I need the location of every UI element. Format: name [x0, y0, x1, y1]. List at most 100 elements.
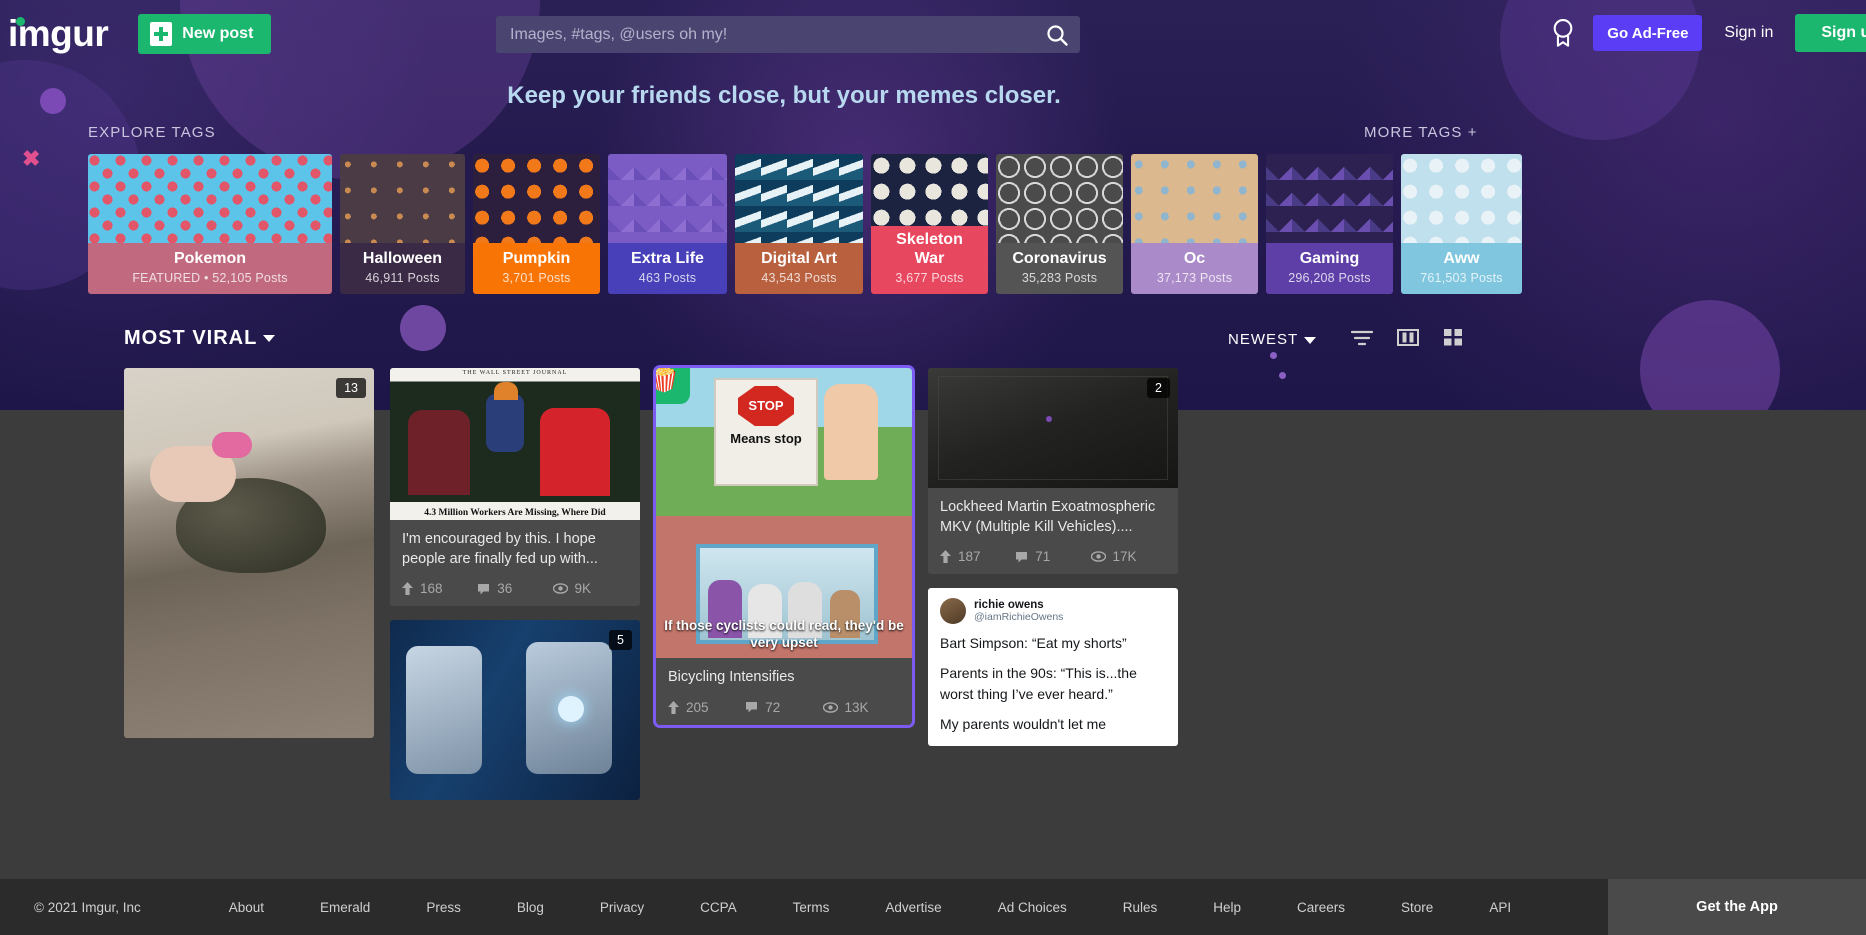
footer-link-press[interactable]: Press: [398, 900, 489, 915]
award-ribbon-icon[interactable]: [1549, 18, 1577, 48]
footer-link-store[interactable]: Store: [1373, 900, 1461, 915]
tag-card-skeleton-war[interactable]: Skeleton War 3,677 Posts: [871, 154, 988, 294]
post-grid: 13 THE WALL STREET JOURNAL 4.3 Million W…: [124, 365, 1444, 801]
plus-document-icon: [150, 22, 173, 46]
tag-footer: Aww 761,503 Posts: [1401, 242, 1522, 294]
tweet-handle: @iamRichieOwens: [974, 611, 1064, 624]
person-right: [540, 408, 610, 496]
post-card-promoted[interactable]: 🍿 STOP Means stop If those cyclists coul…: [653, 365, 915, 728]
logo-dot: [16, 17, 25, 26]
post-card[interactable]: 2 Lockheed Martin Exoatmospheric MKV (Mu…: [928, 368, 1178, 575]
search-button[interactable]: [1034, 16, 1080, 53]
chevron-down-icon: [1304, 336, 1317, 344]
list-view-icon[interactable]: [1396, 327, 1420, 347]
tag-name: Pumpkin: [502, 249, 571, 267]
tag-footer: Gaming 296,208 Posts: [1266, 242, 1393, 294]
post-stats: 168 36 9K: [390, 573, 640, 606]
filter-icon[interactable]: [1350, 327, 1374, 347]
more-tags-button[interactable]: MORE TAGS +: [1364, 124, 1478, 141]
tag-card-coronavirus[interactable]: Coronavirus 35,283 Posts: [996, 154, 1123, 294]
footer-link-advertise[interactable]: Advertise: [857, 900, 969, 915]
upvote-count: 205: [686, 699, 709, 715]
tag-thumbnail: [871, 154, 988, 227]
tag-post-count: FEATURED • 52,105 Posts: [132, 271, 288, 285]
tag-footer: Extra Life 463 Posts: [608, 242, 727, 294]
footer-link-careers[interactable]: Careers: [1269, 900, 1373, 915]
facility-frame: [938, 376, 1168, 480]
eye-icon: [1090, 551, 1106, 562]
upvote-stat: 168: [402, 581, 477, 596]
sort-bar: MOST VIRAL NEWEST: [0, 325, 1568, 365]
search-bar[interactable]: [496, 16, 1080, 53]
upvote-arrow-icon: [668, 700, 679, 714]
footer-link-ad-choices[interactable]: Ad Choices: [970, 900, 1095, 915]
decorative-blob: [1640, 300, 1780, 410]
most-viral-label: MOST VIRAL: [124, 327, 258, 349]
tag-card-halloween[interactable]: Halloween 46,911 Posts: [340, 154, 465, 294]
get-the-app-button[interactable]: Get the App: [1608, 879, 1866, 935]
sign-up-button[interactable]: Sign up: [1795, 14, 1866, 52]
view-options: [1350, 327, 1464, 347]
most-viral-dropdown[interactable]: MOST VIRAL: [124, 327, 276, 350]
tag-name: Gaming: [1299, 249, 1360, 267]
image-caption: 4.3 Million Workers Are Missing, Where D…: [424, 508, 606, 518]
imgur-logo[interactable]: imgur: [8, 13, 109, 55]
eye-icon: [822, 701, 838, 713]
views-stat: 9K: [552, 581, 628, 597]
footer-link-terms[interactable]: Terms: [765, 900, 858, 915]
tag-card-gaming[interactable]: Gaming 296,208 Posts: [1266, 154, 1393, 294]
tag-footer: Oc 37,173 Posts: [1131, 242, 1258, 294]
tag-card-digital-art[interactable]: Digital Art 43,543 Posts: [735, 154, 863, 294]
post-card[interactable]: richie owens @iamRichieOwens Bart Simpso…: [928, 588, 1178, 747]
tag-footer: Digital Art 43,543 Posts: [735, 242, 863, 294]
comic-man: [824, 384, 878, 480]
footer-link-ccpa[interactable]: CCPA: [672, 900, 765, 915]
tag-card-extra-life[interactable]: Extra Life 463 Posts: [608, 154, 727, 294]
light-point: [1046, 416, 1052, 422]
comment-bubble-icon: [746, 702, 758, 713]
tweet-author: richie owens: [974, 599, 1044, 612]
go-ad-free-button[interactable]: Go Ad-Free: [1593, 15, 1703, 51]
post-card[interactable]: 5: [390, 620, 640, 801]
tag-name: Aww: [1443, 249, 1480, 267]
tag-post-count: 43,543 Posts: [761, 271, 837, 285]
post-title: I'm encouraged by this. I hope people ar…: [402, 531, 598, 567]
tag-footer: Coronavirus 35,283 Posts: [996, 242, 1123, 294]
post-body: Lockheed Martin Exoatmospheric MKV (Mult…: [928, 488, 1178, 541]
grid-view-icon[interactable]: [1442, 327, 1464, 347]
post-thumbnail: [390, 620, 640, 801]
post-thumbnail: [124, 368, 374, 738]
comment-stat: 72: [745, 700, 822, 715]
post-card[interactable]: 13: [124, 368, 374, 738]
new-post-label: New post: [182, 25, 254, 42]
comic-caption: If those cyclists could read, they'd be …: [664, 618, 904, 651]
newest-dropdown[interactable]: NEWEST: [1228, 331, 1317, 348]
post-stats: 205 72 13K: [656, 692, 912, 725]
footer-link-blog[interactable]: Blog: [489, 900, 572, 915]
tag-card-aww[interactable]: Aww 761,503 Posts: [1401, 154, 1522, 294]
post-card[interactable]: THE WALL STREET JOURNAL 4.3 Million Work…: [390, 368, 640, 607]
search-icon: [1047, 24, 1068, 46]
new-post-button[interactable]: New post: [138, 14, 272, 54]
search-input[interactable]: [496, 25, 1034, 44]
site-header: imgur New post Go Ad-Free Sign in Sign u…: [0, 0, 1866, 68]
view-count: 17K: [1112, 549, 1137, 565]
footer-link-rules[interactable]: Rules: [1095, 900, 1186, 915]
hero-tagline: Keep your friends close, but your memes …: [507, 82, 1061, 109]
image-count-badge: 2: [1147, 378, 1170, 398]
footer-link-help[interactable]: Help: [1185, 900, 1269, 915]
explore-tags-row: Pokemon FEATURED • 52,105 Posts Halloween 4…: [88, 154, 1522, 294]
popcorn-icon: 🍿: [656, 368, 690, 404]
footer-link-emerald[interactable]: Emerald: [292, 900, 398, 915]
sign-in-button[interactable]: Sign in: [1718, 24, 1779, 42]
tag-card-pokemon[interactable]: Pokemon FEATURED • 52,105 Posts: [88, 154, 332, 294]
footer-link-about[interactable]: About: [201, 900, 292, 915]
view-count: 9K: [574, 581, 592, 597]
tag-card-pumpkin[interactable]: Pumpkin 3,701 Posts: [473, 154, 600, 294]
post-column: 🍿 STOP Means stop If those cyclists coul…: [653, 365, 915, 728]
tag-card-oc[interactable]: Oc 37,173 Posts: [1131, 154, 1258, 294]
footer-link-api[interactable]: API: [1461, 900, 1539, 915]
comment-stat: 36: [477, 581, 552, 596]
footer-link-privacy[interactable]: Privacy: [572, 900, 672, 915]
tag-thumbnail: [88, 154, 332, 243]
